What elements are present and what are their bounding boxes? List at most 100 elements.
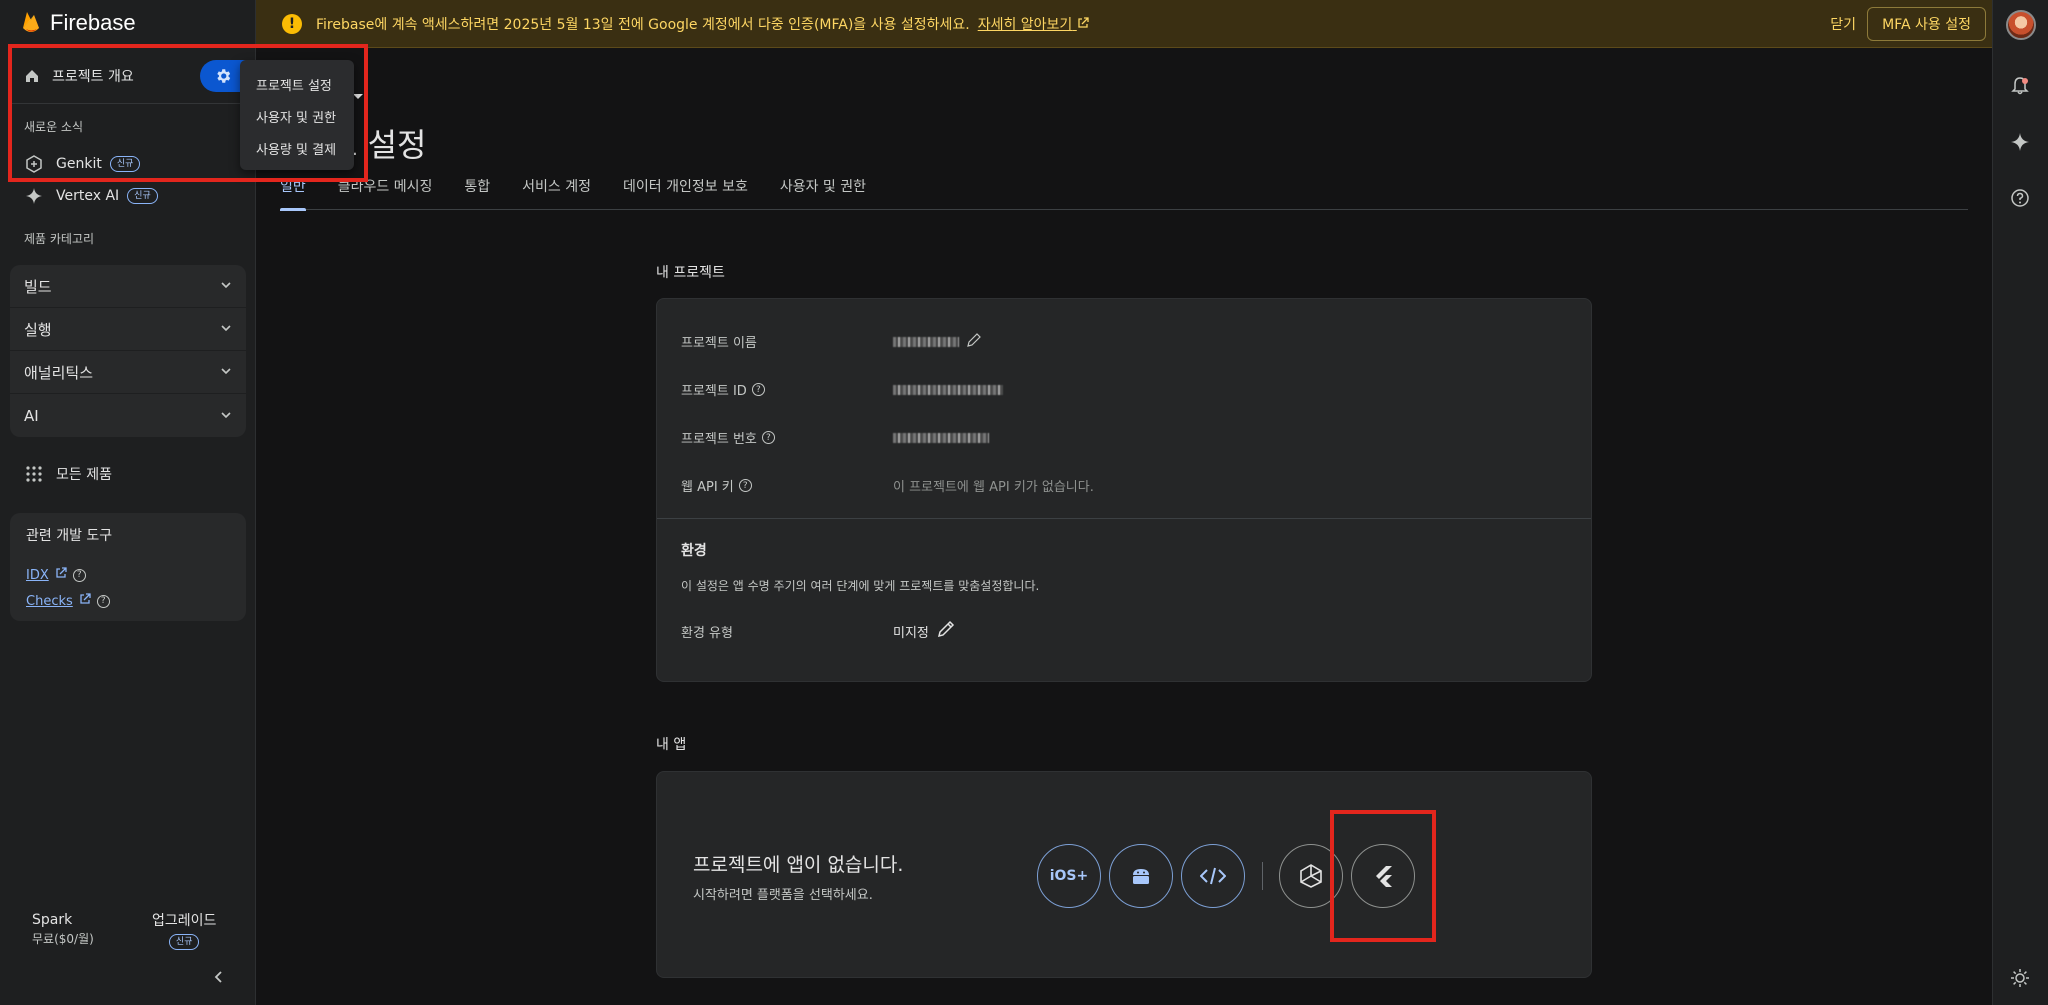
environment-type-value: 미지정 — [893, 620, 955, 642]
project-number-row: 프로젝트 번호? — [681, 428, 989, 447]
category-build[interactable]: 빌드 — [10, 265, 246, 308]
plan-name: Spark — [32, 912, 73, 928]
project-name-label: 프로젝트 이름 — [681, 336, 757, 351]
ios-platform-button[interactable]: iOS+ — [1037, 844, 1101, 908]
project-name-row: 프로젝트 이름 — [681, 332, 981, 351]
environment-type-label: 환경 유형 — [681, 625, 733, 641]
ios-label: iOS+ — [1049, 868, 1089, 884]
project-id-label-wrap: 프로젝트 ID? — [681, 380, 893, 399]
edit-pencil-icon[interactable] — [967, 332, 981, 351]
my-apps-heading: 내 앱 — [656, 737, 687, 753]
enable-mfa-button[interactable]: MFA 사용 설정 — [1867, 7, 1986, 41]
avatar[interactable] — [2006, 10, 2036, 40]
highlight-box-flutter — [1330, 810, 1436, 942]
unity-icon — [1300, 864, 1322, 888]
category-run[interactable]: 실행 — [10, 308, 246, 351]
edit-pencil-icon[interactable] — [937, 620, 955, 642]
card-divider — [657, 518, 1591, 519]
tab-data-privacy[interactable]: 데이터 개인정보 보호 — [623, 176, 764, 210]
redacted-value — [893, 432, 989, 443]
web-api-key-row: 웹 API 키? 이 프로젝트에 웹 API 키가 없습니다. — [681, 476, 1094, 495]
my-project-heading: 내 프로젝트 — [656, 265, 725, 281]
category-label: 애널리틱스 — [24, 363, 94, 382]
tab-users-permissions[interactable]: 사용자 및 권한 — [780, 176, 882, 210]
brand-name: Firebase — [50, 10, 136, 35]
web-api-label-wrap: 웹 API 키? — [681, 476, 893, 495]
web-platform-button[interactable] — [1181, 844, 1245, 908]
firebase-logo[interactable]: Firebase — [22, 8, 136, 38]
notifications-icon[interactable] — [2010, 76, 2030, 100]
checks-link[interactable]: Checks ? — [26, 593, 230, 609]
category-analytics[interactable]: 애널리틱스 — [10, 351, 246, 394]
redacted-value — [893, 336, 959, 347]
sidebar-item-label: 모든 제품 — [56, 467, 112, 483]
category-label: 빌드 — [24, 277, 52, 296]
project-number-value — [893, 432, 989, 443]
my-apps-card: 프로젝트에 앱이 없습니다. 시작하려면 플랫폼을 선택하세요. iOS+ — [656, 771, 1592, 978]
project-number-label-wrap: 프로젝트 번호? — [681, 428, 893, 447]
category-label: AI — [24, 406, 39, 425]
project-id-row: 프로젝트 ID? — [681, 380, 1003, 399]
learn-more-link[interactable]: 자세히 알아보기 — [978, 14, 1089, 34]
help-icon[interactable]: ? — [761, 431, 775, 444]
dev-tools-title: 관련 개발 도구 — [26, 528, 113, 544]
idx-link[interactable]: IDX ? — [26, 567, 230, 583]
banner-message: Firebase에 계속 액세스하려면 2025년 5월 13일 전에 Goog… — [316, 16, 970, 33]
theme-toggle-icon[interactable] — [2010, 968, 2030, 992]
sidebar-item-label: Vertex AI — [56, 188, 120, 204]
project-number-label: 프로젝트 번호 — [681, 432, 757, 447]
android-icon — [1133, 869, 1149, 884]
web-api-label: 웹 API 키 — [681, 480, 734, 495]
sidebar-item-vertex-ai[interactable]: Vertex AI 신규 — [12, 180, 244, 212]
collapse-sidebar-button[interactable] — [212, 970, 226, 988]
upgrade-button[interactable]: 업그레이드 신규 — [152, 910, 216, 950]
idx-link-label: IDX — [26, 567, 49, 583]
mfa-banner: ! Firebase에 계속 액세스하려면 2025년 5월 13일 전에 Go… — [256, 0, 1992, 48]
main-content: 트 설정 일반 클라우드 메시징 통합 서비스 계정 데이터 개인정보 보호 사… — [256, 48, 1992, 1005]
external-link-icon — [79, 593, 91, 609]
settings-tabs: 일반 클라우드 메시징 통합 서비스 계정 데이터 개인정보 보호 사용자 및 … — [280, 176, 1968, 211]
project-id-value — [893, 384, 1003, 395]
help-icon[interactable]: ? — [96, 594, 110, 608]
no-apps-title: 프로젝트에 앱이 없습니다. — [693, 854, 904, 876]
sidebar-item-all-products[interactable]: 모든 제품 — [12, 458, 244, 490]
project-name-value — [893, 332, 981, 351]
tab-service-accounts[interactable]: 서비스 계정 — [522, 176, 607, 210]
external-link-icon — [55, 567, 67, 583]
help-icon[interactable]: ? — [751, 383, 765, 396]
help-icon[interactable] — [2010, 188, 2030, 212]
platform-separator — [1262, 862, 1263, 890]
category-ai[interactable]: AI — [10, 394, 246, 437]
project-info-card: 프로젝트 이름 프로젝트 ID? 프로젝트 번호? 웹 API 키? 이 프로젝… — [656, 298, 1592, 682]
category-label: 실행 — [24, 320, 52, 339]
redacted-value — [893, 384, 1003, 395]
android-platform-button[interactable] — [1109, 844, 1173, 908]
plan-info: Spark 무료($0/월) — [32, 912, 94, 947]
right-rail — [1992, 0, 2048, 1005]
chevron-down-icon — [220, 277, 232, 295]
related-dev-tools: 관련 개발 도구 IDX ? Checks ? — [10, 513, 246, 621]
external-link-icon — [1078, 16, 1089, 28]
learn-more-label: 자세히 알아보기 — [977, 16, 1073, 33]
help-icon[interactable]: ? — [72, 568, 86, 582]
chevron-left-icon — [214, 971, 222, 983]
warning-icon: ! — [282, 13, 302, 34]
upgrade-label: 업그레이드 — [152, 913, 217, 929]
environment-heading: 환경 — [681, 543, 707, 559]
category-section-label: 제품 카테고리 — [24, 232, 95, 246]
tab-integrations[interactable]: 통합 — [464, 176, 506, 210]
sparkle-icon — [12, 187, 56, 205]
highlight-box-settings-menu — [8, 44, 368, 182]
choose-platform-text: 시작하려면 플랫폼을 선택하세요. — [693, 888, 873, 903]
chevron-down-icon — [220, 363, 232, 381]
chevron-down-icon — [220, 407, 232, 425]
environment-type-text: 미지정 — [893, 625, 929, 641]
code-icon — [1200, 867, 1226, 885]
environment-type-row: 환경 유형 미지정 — [681, 620, 955, 642]
gemini-sparkle-icon[interactable] — [2010, 132, 2030, 156]
help-icon[interactable]: ? — [738, 479, 752, 492]
new-badge: 신규 — [168, 934, 200, 950]
banner-close-button[interactable]: 닫기 — [1830, 14, 1856, 34]
apps-grid-icon — [12, 466, 56, 482]
environment-description: 이 설정은 앱 수명 주기의 여러 단계에 맞게 프로젝트를 맞춤설정합니다. — [681, 579, 1040, 593]
